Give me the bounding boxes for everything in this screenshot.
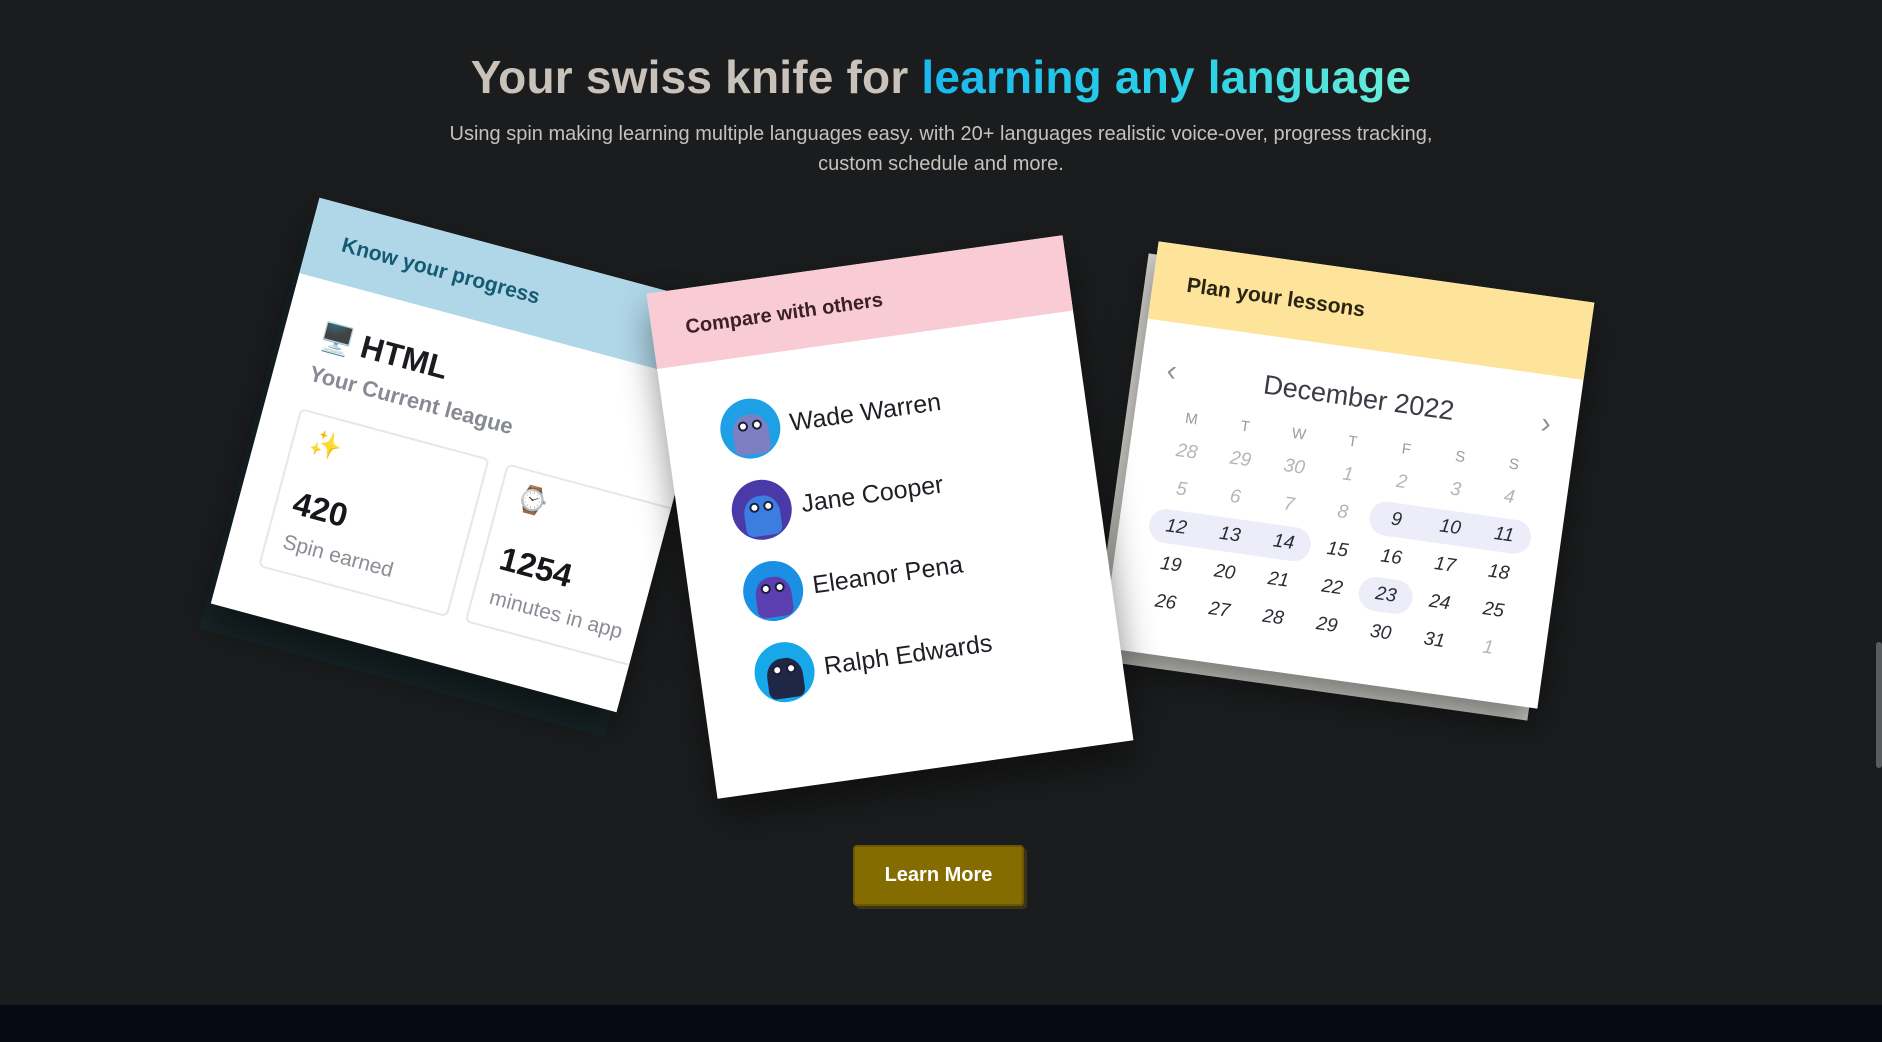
plan-card: Plan your lessons ‹ December 2022 › MTWT… [1101,241,1595,709]
compare-card: Compare with others Wade Warren Jane Coop… [646,235,1134,799]
watch-icon: ⌚ [513,481,553,519]
calendar-day[interactable]: 10 [1420,507,1480,549]
calendar-day[interactable]: 30 [1351,612,1409,653]
sparkles-icon: ✨ [306,426,346,464]
calendar-day[interactable]: 25 [1464,590,1522,631]
learn-more-button[interactable]: Learn More [853,845,1024,906]
hero-subtitle-line-1: Using spin making learning multiple lang… [449,123,1433,145]
avatar [716,394,785,463]
calendar-day[interactable]: 31 [1405,620,1463,661]
weekday-label: S [1507,454,1521,474]
person-name: Ralph Edwards [822,628,994,680]
calendar-day[interactable]: 9 [1367,499,1426,541]
stat-label: minutes in app [487,585,625,644]
calendar-day[interactable]: 17 [1416,545,1474,586]
hero-subtitle: Using spin making learning multiple lang… [0,119,1882,179]
calendar-day[interactable]: 8 [1313,492,1372,533]
calendar-day[interactable]: 28 [1157,432,1215,473]
scrollbar-thumb[interactable] [1876,642,1882,768]
hero-subtitle-line-2: custom schedule and more. [818,153,1064,175]
avatar [739,557,808,625]
list-item[interactable]: Jane Cooper [727,455,947,544]
calendar-day[interactable]: 11 [1474,514,1534,556]
calendar-day[interactable]: 26 [1136,582,1194,623]
calendar-grid: M T W T F S S 28 29 30 1 2 3 4 5 6 7 8 9 10 11 12 13 14 15 16 17 18… [1136,402,1542,669]
weekday-label: W [1290,424,1308,444]
calendar-day[interactable]: 16 [1362,537,1420,578]
calendar-day[interactable]: 20 [1195,552,1253,593]
calendar-day[interactable]: 4 [1480,477,1538,518]
calendar-day[interactable]: 6 [1206,477,1264,518]
compare-card-header: Compare with others [646,235,1074,369]
calendar-day[interactable]: 30 [1265,447,1323,488]
calendar-day[interactable]: 19 [1142,545,1200,586]
calendar-day[interactable]: 24 [1410,582,1468,623]
calendar-day[interactable]: 29 [1298,605,1357,646]
calendar-day[interactable]: 14 [1254,522,1313,564]
calendar-day[interactable]: 22 [1303,567,1362,608]
calendar-day[interactable]: 28 [1244,597,1302,638]
calendar-day[interactable]: 3 [1426,469,1484,510]
person-name: Wade Warren [787,387,943,437]
calendar-day[interactable]: 5 [1152,469,1210,510]
weekday-label: S [1454,447,1467,466]
monitor-icon: 🖥️ [315,320,358,360]
hero-title-accent: learning any language [921,51,1412,103]
calendar-day[interactable]: 7 [1260,484,1318,525]
calendar-day[interactable]: 21 [1249,560,1307,601]
calendar-day[interactable]: 18 [1469,552,1527,593]
footer-strip [0,1005,1882,1042]
avatar [750,638,819,707]
list-item[interactable]: Eleanor Pena [739,535,967,625]
weekday-label: T [1239,417,1251,436]
calendar-day[interactable]: 1 [1319,454,1378,495]
person-name: Eleanor Pena [810,549,965,599]
calendar-day[interactable]: 2 [1373,462,1431,503]
hero-title-prefix: Your swiss knife for [470,51,922,103]
calendar-day[interactable]: 23 [1356,574,1416,617]
list-item[interactable]: Wade Warren [716,372,945,463]
calendar-day[interactable]: 1 [1459,628,1517,669]
calendar-day[interactable]: 29 [1211,439,1269,480]
weekday-label: T [1346,432,1359,451]
calendar-day[interactable]: 27 [1190,590,1248,631]
stat-value: 1254 [495,539,577,595]
hero-title: Your swiss knife for learning any langua… [0,50,1882,104]
stat-value: 420 [289,484,352,535]
plan-card-header: Plan your lessons [1147,241,1595,380]
calendar-day[interactable]: 15 [1308,530,1367,571]
stat-label: Spin earned [280,530,396,583]
person-name: Jane Cooper [799,469,945,518]
page: Your swiss knife for learning any langua… [0,0,1882,1042]
calendar-day[interactable]: 12 [1146,506,1206,549]
list-item[interactable]: Ralph Edwards [750,613,997,707]
weekday-label: F [1400,439,1413,458]
avatar [727,475,796,544]
calendar-day[interactable]: 13 [1200,514,1260,556]
weekday-label: M [1184,409,1199,428]
stat-spin-earned: ✨ 420 Spin earned [258,408,490,618]
stat-minutes-in-app: ⌚ 1254 minutes in app [464,463,697,673]
